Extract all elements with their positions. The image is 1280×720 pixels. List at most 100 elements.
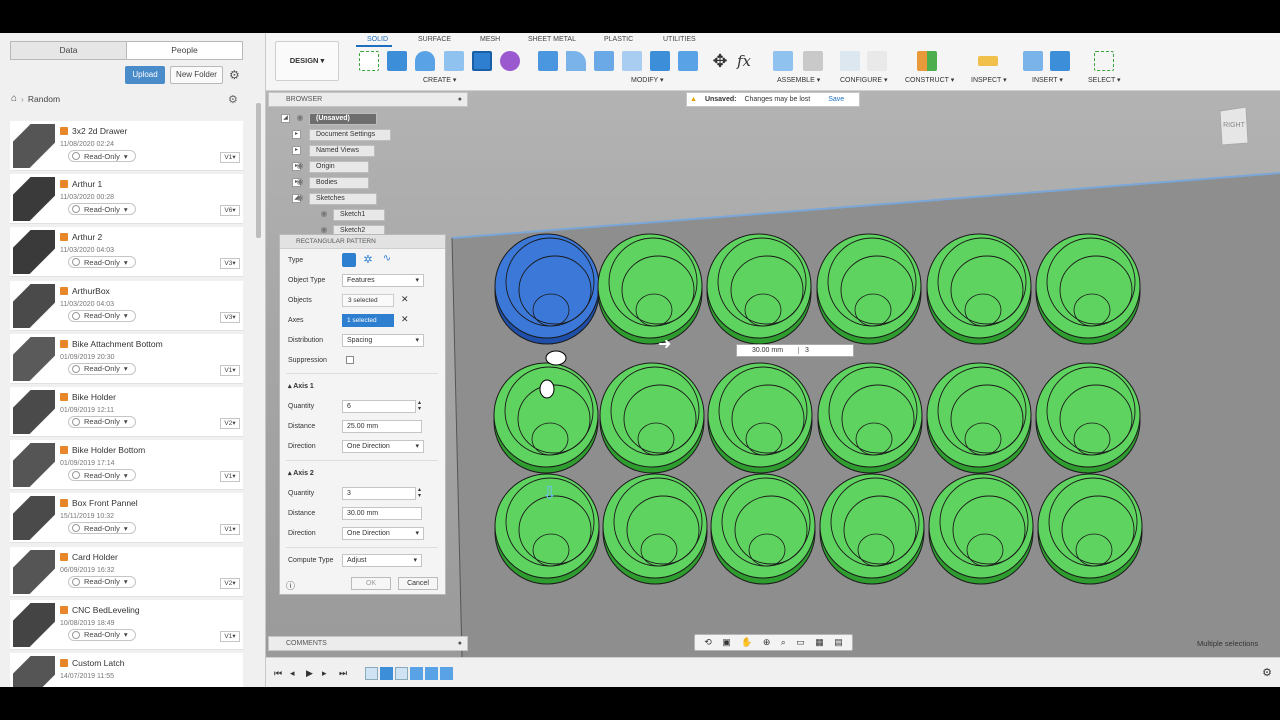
pattern-instance[interactable] [706, 233, 812, 345]
expand-arrow-icon[interactable]: ◢ [281, 114, 290, 123]
previous-step-icon[interactable]: ◂ [290, 668, 295, 679]
selected-feature[interactable] [494, 233, 600, 345]
pattern-instance[interactable] [493, 362, 599, 474]
arrow-right-manipulator-icon[interactable]: ➜ [658, 336, 671, 353]
create-menu[interactable]: CREATE ▾ [423, 76, 456, 84]
insert-menu[interactable]: INSERT ▾ [1032, 76, 1063, 84]
play-icon[interactable]: ▶ [306, 668, 313, 679]
distance2-input[interactable]: 30.00 mm [342, 507, 422, 520]
file-name[interactable]: Bike Holder [60, 392, 116, 402]
read-only-badge[interactable]: Read-Only ▾ [68, 415, 136, 428]
joint-icon[interactable] [803, 51, 823, 71]
browser-node[interactable]: Bodies [309, 177, 369, 189]
read-only-badge[interactable]: Read-Only ▾ [68, 362, 136, 375]
offset-face-icon[interactable] [678, 51, 698, 71]
list-item[interactable]: Bike Attachment Bottom 01/09/2019 20:30 Re… [10, 333, 243, 384]
visibility-eye-icon[interactable]: ◉ [293, 161, 307, 173]
tab-plastic[interactable]: PLASTIC [604, 36, 633, 43]
list-item[interactable]: Box Front Pannel 15/11/2019 10:32 Read-Onl… [10, 493, 243, 544]
browser-header[interactable]: BROWSER ● [268, 92, 468, 107]
drag-handle-icon[interactable] [545, 350, 567, 366]
compute-type-select[interactable]: Adjust ▾ [342, 554, 422, 567]
visibility-eye-icon[interactable]: ◉ [317, 209, 331, 221]
clear-axes-icon[interactable]: ✕ [401, 314, 409, 325]
view-cube-icon[interactable]: RIGHT [1216, 103, 1252, 149]
direction1-select[interactable]: One Direction ▾ [342, 440, 424, 453]
axis1-section[interactable]: ▴ Axis 1 [288, 382, 314, 390]
create-sketch-icon[interactable] [359, 51, 379, 71]
pattern-instance[interactable] [602, 473, 708, 585]
quantity2-input[interactable]: 3 [342, 487, 416, 500]
construct-menu[interactable]: CONSTRUCT ▾ [905, 76, 954, 84]
zoom-icon[interactable]: ⊕ [763, 637, 771, 648]
save-link[interactable]: Save [828, 93, 844, 106]
timeline-sketch2-icon[interactable] [395, 667, 408, 680]
read-only-badge[interactable]: Read-Only ▾ [68, 309, 136, 322]
pattern-instance[interactable] [816, 233, 922, 345]
objects-selection[interactable]: 3 selected [342, 294, 394, 307]
file-name[interactable]: Arthur 1 [60, 179, 102, 189]
assemble-menu[interactable]: ASSEMBLE ▾ [777, 76, 820, 84]
drag-handle-icon[interactable] [539, 379, 555, 399]
select-menu[interactable]: SELECT ▾ [1088, 76, 1121, 84]
configure-table-icon[interactable] [867, 51, 887, 71]
read-only-badge[interactable]: Read-Only ▾ [68, 522, 136, 535]
viewports-icon[interactable]: ▤ [834, 637, 843, 648]
list-item[interactable]: Arthur 2 11/03/2020 04:03 Read-Only ▾ V3▾ [10, 227, 243, 278]
shell-icon[interactable] [622, 51, 642, 71]
version-badge[interactable]: V3▾ [220, 258, 240, 270]
browser-node[interactable]: Origin [309, 161, 369, 173]
timeline-sketch-icon[interactable] [365, 667, 378, 680]
visibility-eye-icon[interactable]: ◉ [293, 193, 307, 205]
distribution-select[interactable]: Spacing ▾ [342, 334, 424, 347]
folder-settings-icon[interactable]: ⚙ [228, 93, 238, 106]
combine-icon[interactable] [650, 51, 670, 71]
file-name[interactable]: ArthurBox [60, 286, 110, 296]
inspect-menu[interactable]: INSPECT ▾ [971, 76, 1007, 84]
version-badge[interactable]: V1▾ [220, 524, 240, 536]
chamfer-icon[interactable] [594, 51, 614, 71]
timeline-features[interactable] [365, 667, 458, 680]
visibility-eye-icon[interactable]: ◉ [293, 113, 307, 125]
list-item[interactable]: Custom Latch 14/07/2019 11:55 [10, 652, 243, 687]
extrude-icon[interactable] [387, 51, 407, 71]
read-only-badge[interactable]: Read-Only ▾ [68, 469, 136, 482]
browser-node[interactable]: Sketches [309, 193, 377, 205]
dialog-header[interactable]: RECTANGULAR PATTERN [280, 235, 445, 249]
tab-utilities[interactable]: UTILITIES [663, 36, 696, 43]
press-pull-icon[interactable] [538, 51, 558, 71]
first-step-icon[interactable]: ⏮ [274, 668, 282, 679]
modify-menu[interactable]: MODIFY ▾ [631, 76, 664, 84]
read-only-badge[interactable]: Read-Only ▾ [68, 150, 136, 162]
direction2-select[interactable]: One Direction ▾ [342, 527, 424, 540]
next-step-icon[interactable]: ▸ [322, 668, 327, 679]
type-path-icon[interactable]: ∿ [380, 253, 394, 267]
version-badge[interactable]: V1▾ [220, 630, 240, 642]
tab-people[interactable]: People [127, 42, 242, 59]
read-only-badge[interactable]: Read-Only ▾ [68, 628, 136, 641]
hole-icon[interactable] [444, 51, 464, 71]
timeline-revolve-icon[interactable] [425, 667, 438, 680]
arrow-down-manipulator-icon[interactable]: ⇩ [542, 483, 557, 503]
new-component-assemble-icon[interactable] [773, 51, 793, 71]
insert-canvas-icon[interactable] [1050, 51, 1070, 71]
version-badge[interactable]: V1▾ [220, 152, 240, 163]
last-step-icon[interactable]: ⏭ [339, 668, 347, 679]
fillet-icon[interactable] [566, 51, 586, 71]
quantity-input-value[interactable]: 3 [799, 347, 809, 354]
read-only-badge[interactable]: Read-Only ▾ [68, 203, 136, 216]
pattern-instance[interactable] [1035, 233, 1141, 345]
browser-node[interactable]: Document Settings [309, 129, 391, 141]
new-folder-button[interactable]: New Folder [170, 66, 223, 84]
browser-node[interactable]: Named Views [309, 145, 375, 157]
file-name[interactable]: Card Holder [60, 552, 118, 562]
version-badge[interactable]: V1▾ [220, 471, 240, 483]
revolve-icon[interactable] [415, 51, 435, 71]
select-icon[interactable] [1094, 51, 1114, 71]
quantity1-stepper[interactable]: ▴ ▾ [418, 400, 421, 412]
pattern-instance[interactable] [1037, 473, 1143, 585]
display-settings-icon[interactable]: ▭ [796, 637, 805, 648]
ok-button[interactable]: OK [351, 577, 391, 590]
axis2-section[interactable]: ▴ Axis 2 [288, 469, 314, 477]
pin-icon[interactable]: ● [458, 93, 462, 106]
